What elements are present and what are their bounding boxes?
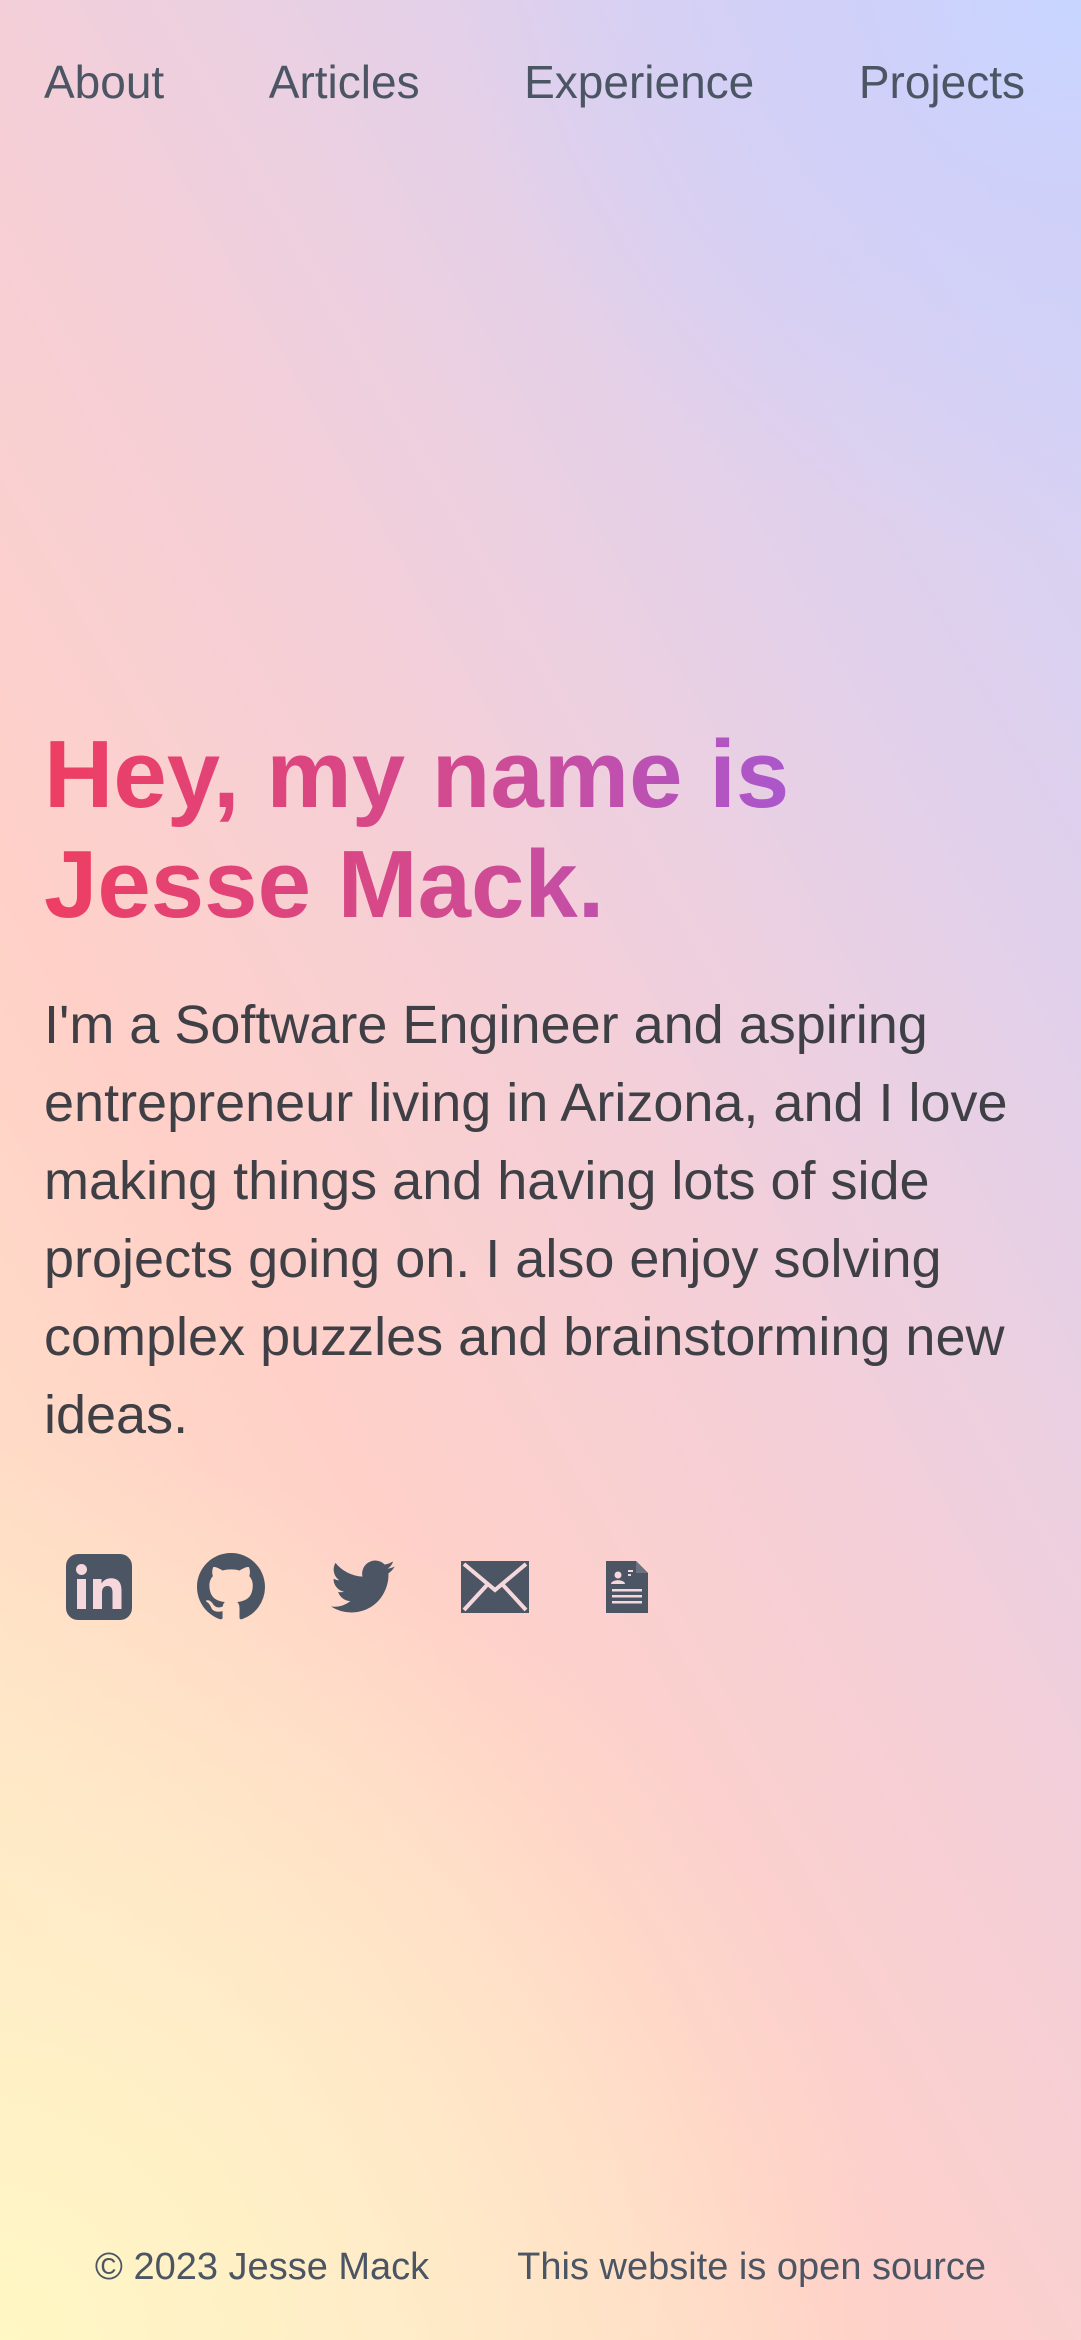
github-icon[interactable]	[196, 1552, 266, 1622]
nav-articles-link[interactable]: Articles	[269, 52, 420, 112]
footer-copyright: © 2023 Jesse Mack	[94, 2246, 430, 2288]
social-links	[64, 1552, 724, 1622]
resume-icon[interactable]	[592, 1552, 662, 1622]
nav-projects-link[interactable]: Projects	[859, 52, 1025, 112]
footer: © 2023 Jesse Mack This website is open s…	[0, 2244, 1081, 2290]
mail-icon[interactable]	[460, 1552, 530, 1622]
open-source-link[interactable]: This website is open source	[517, 2244, 986, 2290]
hero-headline: Hey, my name is Jesse Mack.	[44, 720, 844, 940]
hero-intro: I'm a Software Engineer and aspiring ent…	[44, 995, 1008, 1445]
nav-about-link[interactable]: About	[44, 52, 164, 112]
nav-experience-link[interactable]: Experience	[524, 52, 754, 112]
hero-section: Hey, my name is Jesse Mack. I'm a Softwa…	[44, 720, 1044, 1454]
top-nav: About Articles Experience Projects	[44, 52, 1025, 112]
linkedin-icon[interactable]	[64, 1552, 134, 1622]
twitter-icon[interactable]	[328, 1552, 398, 1622]
